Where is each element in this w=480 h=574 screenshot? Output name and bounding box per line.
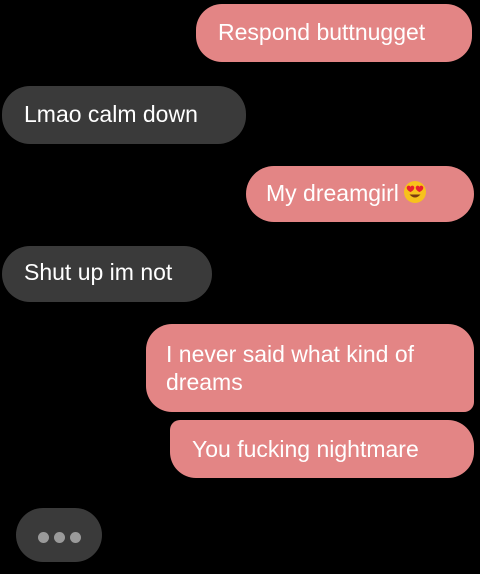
typing-dot-icon (70, 532, 81, 543)
sent-message-bubble[interactable]: Respond buttnugget (196, 4, 472, 62)
received-message-bubble[interactable]: Lmao calm down (2, 86, 246, 144)
sent-message-bubble[interactable]: My dreamgirl (246, 166, 474, 222)
received-message-bubble[interactable]: Shut up im not (2, 246, 212, 302)
typing-indicator (16, 508, 102, 562)
typing-dot-icon (38, 532, 49, 543)
typing-dot-icon (54, 532, 65, 543)
message-text: You fucking nightmare (192, 436, 419, 462)
sent-message-bubble[interactable]: I never said what kind of dreams (146, 324, 474, 412)
sent-message-bubble[interactable]: You fucking nightmare (170, 420, 474, 478)
message-text: My dreamgirl (266, 180, 399, 206)
message-text: I never said what kind of dreams (166, 341, 415, 395)
message-text: Lmao calm down (24, 101, 198, 127)
message-text: Respond buttnugget (218, 19, 426, 45)
heart-eyes-emoji-icon (403, 180, 427, 210)
message-text: Shut up im not (24, 259, 173, 285)
